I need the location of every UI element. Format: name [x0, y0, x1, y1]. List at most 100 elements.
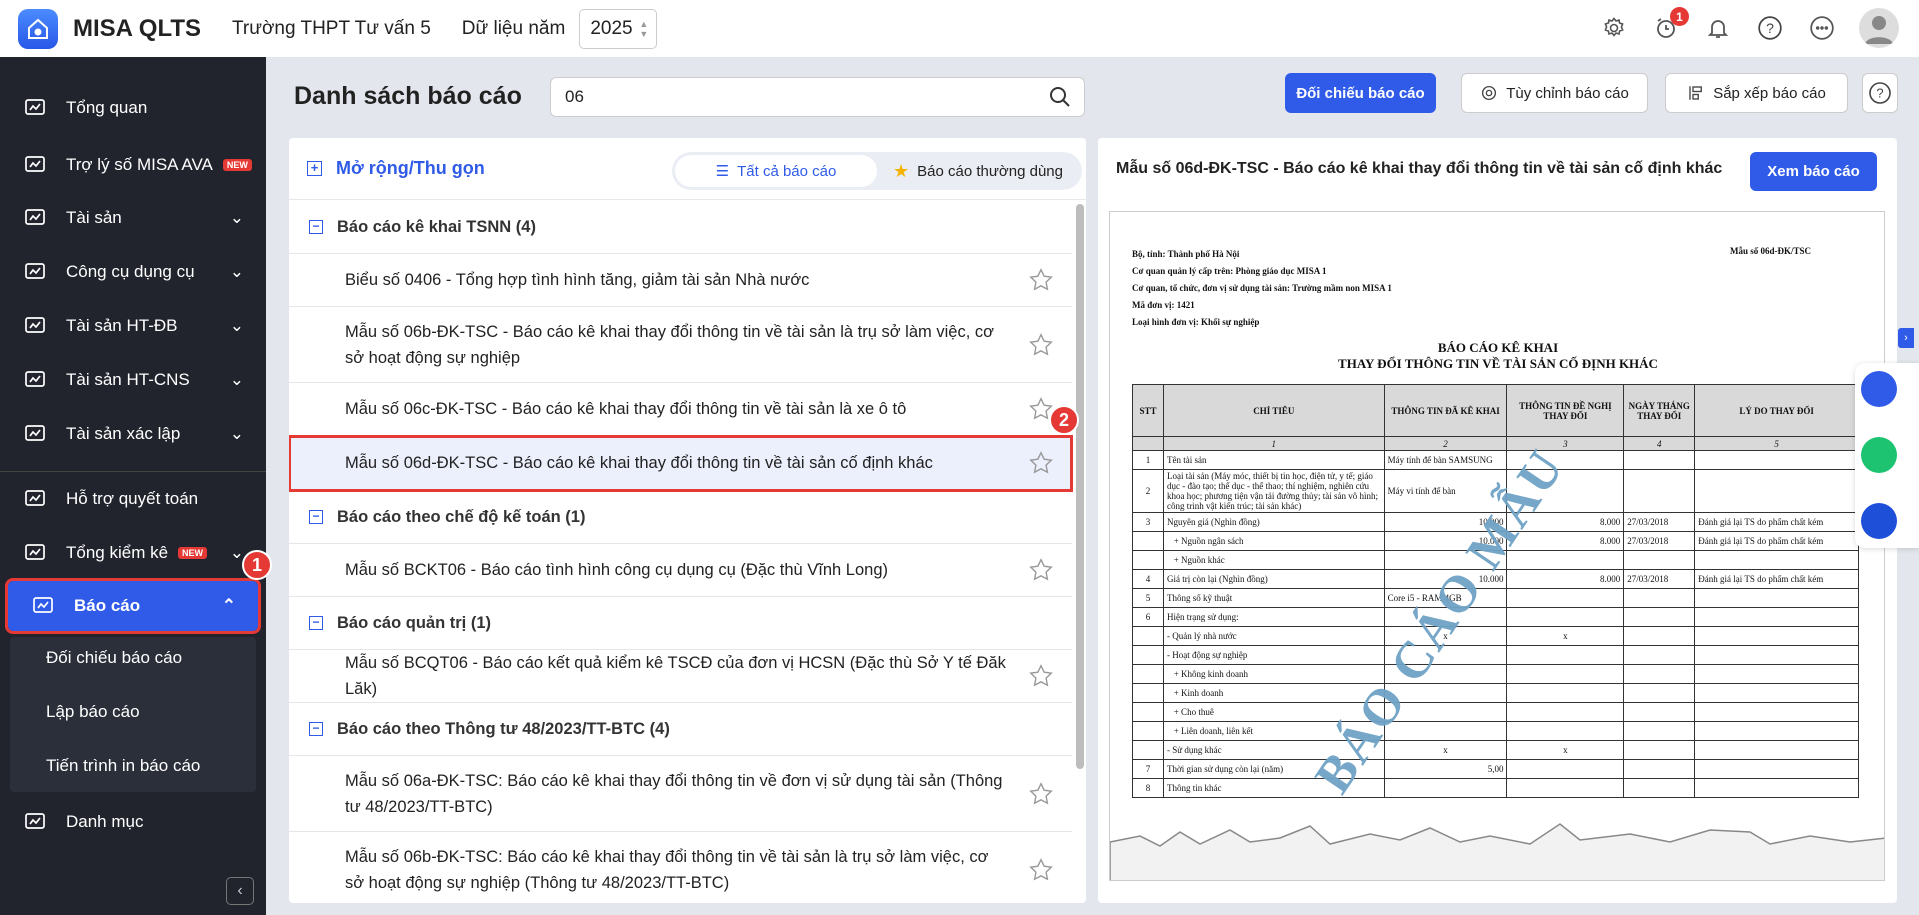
scrollbar[interactable]	[1076, 204, 1084, 769]
tab-favorite-reports[interactable]: ★ Báo cáo thường dùng	[877, 155, 1079, 187]
chat-icon[interactable]	[1861, 437, 1897, 473]
report-item[interactable]: Mẫu số 06b-ĐK-TSC - Báo cáo kê khai thay…	[289, 307, 1072, 383]
year-label: Dữ liệu năm	[461, 17, 566, 39]
minus-square-icon[interactable]: −	[309, 220, 323, 234]
table-cell	[1132, 740, 1164, 760]
table-cell	[1623, 740, 1696, 760]
search-icon[interactable]	[1048, 85, 1072, 109]
report-item[interactable]: Mẫu số 06b-ĐK-TSC: Báo cáo kê khai thay …	[289, 832, 1072, 903]
submenu-item[interactable]: Đối chiếu báo cáo	[46, 648, 182, 668]
chevron-down-icon: ⌄	[229, 370, 244, 389]
table-row: + Kinh doanh	[1132, 683, 1859, 703]
table-cell	[1506, 645, 1625, 665]
sidebar-item-0[interactable]: Tổng quan	[0, 83, 266, 133]
sidebar-item-6[interactable]: Tài sản xác lập ⌄	[0, 409, 266, 459]
table-cell: 5	[1132, 588, 1164, 608]
app-logo[interactable]	[18, 8, 58, 49]
minus-square-icon[interactable]: −	[309, 510, 323, 524]
report-item[interactable]: Mẫu số 06a-ĐK-TSC: Báo cáo kê khai thay …	[289, 756, 1072, 832]
sidebar-item-label: Công cụ dụng cụ	[66, 262, 195, 281]
group-row[interactable]: − Báo cáo kê khai TSNN (4)	[289, 201, 1072, 254]
table-cell: Đánh giá lại TS do phẩm chất kém	[1694, 531, 1859, 551]
submenu-item[interactable]: Lập báo cáo	[46, 702, 140, 722]
view-report-button[interactable]: Xem báo cáo	[1750, 152, 1877, 191]
table-cell: 8.000	[1506, 569, 1625, 589]
table-cell: 27/03/2018	[1623, 531, 1696, 551]
megaphone-icon[interactable]	[1861, 371, 1897, 407]
table-cell: 8	[1132, 778, 1164, 798]
group-row[interactable]: − Báo cáo quản trị (1)	[289, 597, 1072, 650]
page-help-button[interactable]: ?	[1862, 73, 1898, 113]
table-cell	[1694, 450, 1859, 470]
sidebar-item-label: Tổng kiểm kê	[66, 543, 169, 562]
sidebar-item-8[interactable]: Tổng kiểm kê NEW ⌄	[0, 528, 266, 578]
star-icon[interactable]	[1028, 557, 1054, 583]
group-row[interactable]: − Báo cáo theo chế độ kế toán (1)	[289, 491, 1072, 544]
help-icon[interactable]: ?	[1755, 13, 1785, 43]
sort-reports-button[interactable]: Sắp xếp báo cáo	[1665, 73, 1848, 113]
doc-info-line: Loại hình đơn vị: Khối sự nghiệp	[1132, 317, 1260, 327]
table-cell	[1132, 626, 1164, 646]
table-cell: + Không kinh doanh	[1162, 664, 1385, 684]
sidebar-item-3[interactable]: Công cụ dụng cụ ⌄	[0, 247, 266, 297]
star-icon[interactable]	[1028, 450, 1054, 476]
sidebar-item-label: Hỗ trợ quyết toán	[66, 489, 199, 508]
table-row: 1 Tên tài sản Máy tính để bàn SAMSUNG	[1132, 450, 1859, 470]
report-label: Mẫu số 06a-ĐK-TSC: Báo cáo kê khai thay …	[345, 771, 1003, 816]
gear-icon[interactable]	[1599, 13, 1629, 43]
top-bar: MISA QLTS Trường THPT Tư vấn 5 Dữ liệu n…	[0, 0, 1919, 57]
report-item[interactable]: Mẫu số BCKT06 - Báo cáo tình hình công c…	[289, 544, 1072, 597]
star-icon[interactable]	[1028, 663, 1054, 689]
new-badge: NEW	[178, 547, 208, 559]
sidebar-item-5[interactable]: Tài sản HT-CNS ⌄	[0, 355, 266, 405]
expand-collapse-button[interactable]: + Mở rộng/Thu gọn	[307, 158, 485, 179]
tools-icon	[20, 260, 50, 284]
column-number: 1	[1162, 436, 1385, 451]
report-item[interactable]: Mẫu số BCQT06 - Báo cáo kết quả kiểm kê …	[289, 650, 1072, 703]
stepper-arrows-icon[interactable]: ▲ ▼	[639, 19, 648, 39]
tab-all-reports[interactable]: ☰ Tất cả báo cáo	[675, 155, 877, 187]
school-name[interactable]: Trường THPT Tư vấn 5	[232, 18, 431, 40]
expand-side-tab[interactable]: ›	[1898, 328, 1914, 348]
report-preview: Bộ, tỉnh: Thành phố Hà Nội Cơ quan quản l…	[1109, 211, 1885, 881]
sidebar-item-label: Tài sản xác lập	[66, 424, 181, 443]
table-cell	[1623, 759, 1696, 779]
collapse-sidebar-button[interactable]: ‹	[226, 877, 254, 905]
table-cell: 3	[1132, 512, 1164, 532]
sidebar-item-7[interactable]: Hỗ trợ quyết toán	[0, 474, 266, 524]
star-icon[interactable]	[1028, 332, 1054, 358]
star-icon[interactable]	[1028, 857, 1054, 883]
customize-reports-button[interactable]: Tùy chỉnh báo cáo	[1461, 73, 1648, 113]
table-cell	[1506, 588, 1625, 608]
group-row[interactable]: − Báo cáo theo Thông tư 48/2023/TT-BTC (4…	[289, 703, 1072, 756]
report-item[interactable]: Biểu số 0406 - Tổng hợp tình hình tăng, …	[289, 254, 1072, 307]
bell-icon[interactable]	[1703, 13, 1733, 43]
sidebar-item-2[interactable]: Tài sản ⌄	[0, 193, 266, 243]
table-cell: Giá trị còn lại (Nghìn đồng)	[1162, 569, 1385, 589]
compare-reports-button[interactable]: Đối chiếu báo cáo	[1285, 73, 1436, 113]
table-cell	[1383, 778, 1508, 798]
report-label: Mẫu số BCKT06 - Báo cáo tình hình công c…	[345, 561, 888, 579]
gear-icon	[1482, 85, 1497, 101]
sidebar: Tổng quan Trợ lý số MISA AVA NEW Tài sản ⌄ Cô…	[0, 57, 266, 915]
robot-assistant-icon[interactable]	[1861, 503, 1897, 539]
report-item[interactable]: Mẫu số 06d-ĐK-TSC - Báo cáo kê khai thay…	[289, 435, 1073, 492]
notification-badge: 1	[1670, 7, 1689, 26]
chevron-down-icon: ⌄	[229, 262, 244, 281]
year-stepper[interactable]: 2025 ▲ ▼	[579, 8, 658, 49]
star-icon[interactable]	[1028, 781, 1054, 807]
sidebar-item-9[interactable]: Báo cáo ⌃	[5, 578, 261, 634]
star-icon[interactable]	[1028, 267, 1054, 293]
minus-square-icon[interactable]: −	[309, 722, 323, 736]
sidebar-item-1[interactable]: Trợ lý số MISA AVA NEW	[0, 140, 266, 190]
minus-square-icon[interactable]: −	[309, 616, 323, 630]
submenu-item[interactable]: Tiến trình in báo cáo	[46, 756, 200, 776]
sidebar-item-4[interactable]: Tài sản HT-ĐB ⌄	[0, 301, 266, 351]
report-item[interactable]: Mẫu số 06c-ĐK-TSC - Báo cáo kê khai thay…	[289, 383, 1072, 436]
alarm-clock-icon[interactable]: 1	[1651, 7, 1689, 43]
search-input[interactable]: 06	[550, 77, 1085, 117]
avatar[interactable]	[1859, 8, 1899, 48]
table-cell: 27/03/2018	[1623, 569, 1696, 589]
sidebar-item-10[interactable]: Danh mục	[0, 797, 266, 847]
more-icon[interactable]	[1807, 13, 1837, 43]
